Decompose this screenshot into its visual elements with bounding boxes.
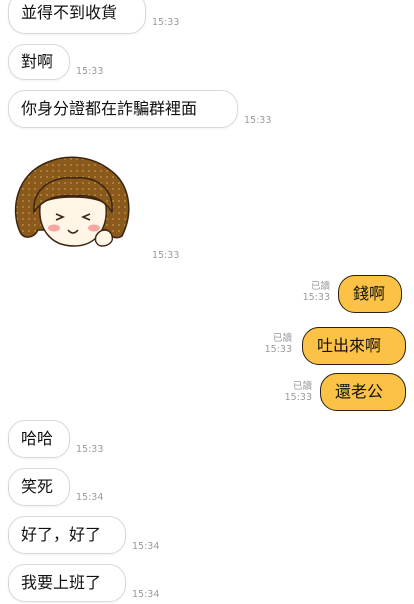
sticker-message[interactable] — [8, 150, 138, 260]
message-text: 對啊 — [21, 52, 54, 71]
read-label: 已讀 — [272, 333, 292, 344]
message-text: 你身分證都在詐騙群裡面 — [21, 99, 198, 118]
message-timestamp: 15:34 — [76, 492, 104, 503]
read-label: 已讀 — [292, 381, 312, 392]
incoming-message-bubble[interactable]: 你身分證都在詐騙群裡面 — [8, 90, 238, 128]
message-timestamp: 15:33 — [302, 292, 330, 303]
incoming-message-bubble[interactable]: 哈哈 — [8, 420, 70, 458]
incoming-message-bubble[interactable]: 笑死 — [8, 468, 70, 506]
message-timestamp: 15:33 — [152, 250, 180, 261]
message-timestamp: 15:33 — [264, 344, 292, 355]
message-timestamp: 15:33 — [76, 66, 104, 77]
incoming-message-bubble[interactable]: 並得不到收貨 — [8, 0, 146, 34]
girl-bob-hair-sticker-icon — [14, 156, 130, 247]
message-text: 笑死 — [21, 477, 54, 496]
read-label: 已讀 — [310, 281, 330, 292]
read-receipt: 已讀 15:33 — [262, 333, 292, 355]
outgoing-message-bubble[interactable]: 還老公 — [320, 373, 406, 411]
message-timestamp: 15:33 — [244, 115, 272, 126]
message-timestamp: 15:33 — [152, 17, 180, 28]
message-text: 錢啊 — [353, 284, 386, 303]
message-timestamp: 15:34 — [132, 589, 160, 600]
message-text: 還老公 — [335, 382, 384, 401]
incoming-message-bubble[interactable]: 對啊 — [8, 44, 70, 80]
message-text: 並得不到收貨 — [21, 3, 118, 22]
message-timestamp: 15:34 — [132, 541, 160, 552]
incoming-message-bubble[interactable]: 我要上班了 — [8, 564, 126, 602]
read-receipt: 已讀 15:33 — [300, 281, 330, 303]
incoming-message-bubble[interactable]: 好了，好了 — [8, 516, 126, 554]
message-timestamp: 15:33 — [284, 392, 312, 403]
outgoing-message-bubble[interactable]: 吐出來啊 — [302, 327, 406, 365]
message-text: 吐出來啊 — [317, 336, 382, 355]
message-text: 哈哈 — [21, 429, 54, 448]
outgoing-message-bubble[interactable]: 錢啊 — [338, 275, 402, 313]
message-text: 我要上班了 — [21, 573, 102, 592]
message-timestamp: 15:33 — [76, 444, 104, 455]
message-text: 好了，好了 — [21, 525, 102, 544]
read-receipt: 已讀 15:33 — [282, 381, 312, 403]
